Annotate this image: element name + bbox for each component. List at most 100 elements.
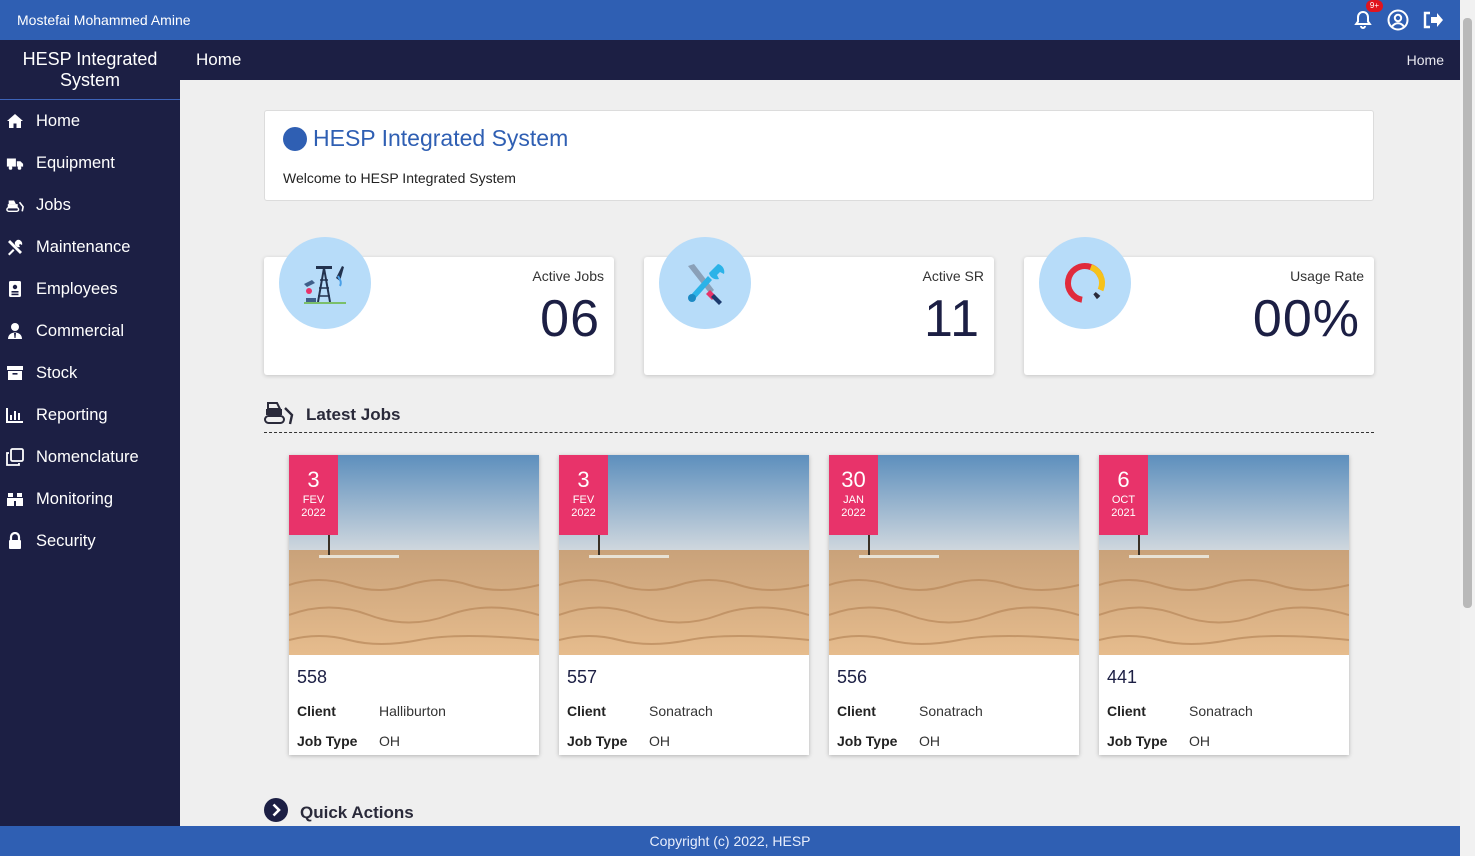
stat-card-active-jobs[interactable]: Active Jobs 06 (264, 237, 614, 375)
stat-card-usage-rate[interactable]: Usage Rate 00% (1024, 237, 1374, 375)
bell-icon (1354, 10, 1372, 29)
job-type-value: OH (379, 733, 400, 749)
sidebar-item-employees[interactable]: Employees (0, 268, 180, 310)
latest-jobs-title: Latest Jobs (306, 405, 401, 424)
client-value: Sonatrach (1189, 703, 1253, 719)
oil-rig-icon (279, 237, 371, 329)
client-label: Client (1107, 703, 1146, 719)
job-month: OCT (1111, 494, 1136, 506)
sidebar-item-label: Equipment (36, 153, 115, 172)
sidebar-item-maintenance[interactable]: Maintenance (0, 226, 180, 268)
breadcrumb[interactable]: Home (1407, 52, 1444, 68)
truck-icon (6, 154, 24, 172)
quick-actions-title: Quick Actions (300, 802, 414, 822)
job-date-badge: 3 FEV 2022 (559, 455, 608, 535)
sidebar-item-security[interactable]: Security (0, 520, 180, 562)
copy-icon (6, 448, 24, 466)
client-value: Sonatrach (919, 703, 983, 719)
job-card[interactable]: 3 FEV 2022 558 Client Halliburton Job Typ… (289, 455, 539, 755)
job-type-value: OH (919, 733, 940, 749)
job-year: 2021 (1111, 507, 1136, 519)
job-number: 558 (297, 667, 328, 687)
job-card[interactable]: 6 OCT 2021 441 Client Sonatrach Job Type O… (1099, 455, 1349, 755)
stat-value: 00% (1252, 290, 1360, 348)
job-type-row: Job Type OH (837, 733, 940, 749)
profile-button[interactable] (1387, 9, 1409, 31)
user-name: Mostefai Mohammed Amine (17, 12, 191, 28)
sidebar-item-home[interactable]: Home (0, 100, 180, 142)
sidebar-item-label: Employees (36, 279, 118, 298)
desert-rig-image: 3 FEV 2022 (289, 455, 539, 655)
bulldozer-icon (264, 400, 294, 431)
lock-icon (6, 532, 24, 550)
job-client-row: Client Sonatrach (567, 703, 713, 719)
stat-card-active-sr[interactable]: Active SR 11 (644, 237, 994, 375)
job-client-row: Client Sonatrach (837, 703, 983, 719)
binoculars-icon (6, 490, 24, 508)
job-type-value: OH (649, 733, 670, 749)
job-year: 2022 (841, 507, 866, 519)
welcome-title: HESP Integrated System (313, 125, 569, 151)
job-day: 3 (577, 467, 590, 492)
desert-rig-image: 30 JAN 2022 (829, 455, 1079, 655)
sidebar-item-label: Nomenclature (36, 447, 139, 466)
client-label: Client (297, 703, 336, 719)
job-type-value: OH (1189, 733, 1210, 749)
job-day: 3 (307, 467, 320, 492)
job-client-row: Client Sonatrach (1107, 703, 1253, 719)
archive-icon (6, 364, 24, 382)
job-month: FEV (302, 494, 325, 506)
stat-value: 11 (924, 290, 980, 348)
job-type-row: Job Type OH (567, 733, 670, 749)
job-year: 2022 (571, 507, 596, 519)
sidebar-brand: HESP Integrated System (0, 40, 180, 100)
job-type-row: Job Type OH (1107, 733, 1210, 749)
top-bar: Mostefai Mohammed Amine 9+ (0, 0, 1460, 40)
job-type-label: Job Type (567, 733, 628, 749)
job-date-badge: 30 JAN 2022 (829, 455, 878, 535)
job-type-label: Job Type (1107, 733, 1168, 749)
job-date-badge: 6 OCT 2021 (1099, 455, 1148, 535)
id-badge-icon (6, 280, 24, 298)
scrollbar-thumb[interactable] (1463, 18, 1472, 608)
job-card[interactable]: 3 FEV 2022 557 Client Sonatrach Job Type O… (559, 455, 809, 755)
sidebar-item-stock[interactable]: Stock (0, 352, 180, 394)
sidebar-item-commercial[interactable]: Commercial (0, 310, 180, 352)
desert-rig-image: 3 FEV 2022 (559, 455, 809, 655)
logout-button[interactable] (1422, 9, 1444, 31)
sidebar-item-jobs[interactable]: Jobs (0, 184, 180, 226)
welcome-panel: HESP Integrated System Welcome to HESP I… (264, 110, 1374, 201)
sidebar-item-label: Jobs (36, 195, 71, 214)
page-header: Home Home (180, 40, 1460, 80)
sidebar-item-nomenclature[interactable]: Nomenclature (0, 436, 180, 478)
chart-icon (6, 406, 24, 424)
circle-icon (283, 126, 307, 151)
job-number: 556 (837, 667, 868, 687)
job-number: 441 (1107, 667, 1138, 687)
job-type-label: Job Type (297, 733, 358, 749)
desert-rig-image: 6 OCT 2021 (1099, 455, 1349, 655)
client-value: Sonatrach (649, 703, 713, 719)
tools-icon (6, 238, 24, 256)
welcome-subtitle: Welcome to HESP Integrated System (283, 170, 516, 186)
quick-actions-heading[interactable]: Quick Actions (264, 798, 414, 827)
sidebar-item-monitoring[interactable]: Monitoring (0, 478, 180, 520)
job-card[interactable]: 30 JAN 2022 556 Client Sonatrach Job Type… (829, 455, 1079, 755)
sidebar-item-equipment[interactable]: Equipment (0, 142, 180, 184)
footer: Copyright (c) 2022, HESP (0, 826, 1460, 856)
stat-label: Active SR (922, 268, 984, 284)
notifications-button[interactable]: 9+ (1352, 0, 1383, 31)
sidebar-item-label: Security (36, 531, 96, 550)
job-type-label: Job Type (837, 733, 898, 749)
sidebar-item-label: Commercial (36, 321, 125, 340)
sidebar-item-label: Stock (36, 363, 78, 382)
sidebar-nav: Home Equipment Jobs Maintenance Employee… (0, 100, 180, 562)
job-month: JAN (843, 494, 864, 506)
job-number: 557 (567, 667, 598, 687)
sidebar-item-reporting[interactable]: Reporting (0, 394, 180, 436)
sidebar-item-label: Reporting (36, 405, 108, 424)
sidebar-item-label: Home (36, 111, 81, 130)
sidebar-item-label: Monitoring (36, 489, 114, 508)
welcome-heading: HESP Integrated System (283, 125, 1355, 152)
tools-icon (659, 237, 751, 329)
